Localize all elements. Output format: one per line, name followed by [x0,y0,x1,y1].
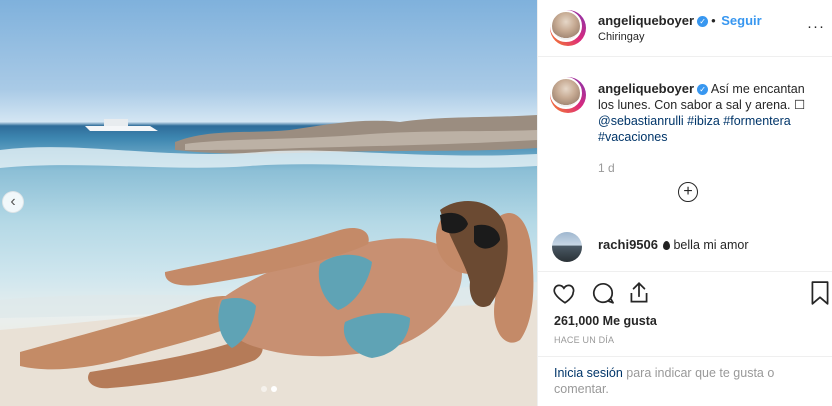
comment-body: bella mi amor [673,238,749,252]
share-icon[interactable] [626,280,652,306]
post-location[interactable]: Chiringay [598,31,644,43]
hashtag-ibiza[interactable]: #ibiza [687,114,720,128]
heart-icon[interactable] [552,280,578,306]
carousel-prev-button[interactable]: ‹ [2,191,24,213]
post-actions: 261,000 Me gusta HACE UN DÍA [538,271,832,362]
commenter-username[interactable]: rachi9506 [598,237,658,252]
plus-icon: + [683,183,693,200]
bookmark-icon[interactable] [809,280,831,306]
carousel-dot-active [270,386,277,392]
post-side-panel: angeliqueboyer ✓ • Seguir Chiringay ··· an… [537,0,832,406]
author-username[interactable]: angeliqueboyer [598,13,694,28]
caption-username[interactable]: angeliqueboyer [598,81,694,96]
beach-scene-illustration [0,115,537,406]
caption-text-block: angeliqueboyer ✓ Así me encantan los lune… [598,81,818,145]
comment-bubble-icon[interactable] [590,280,616,306]
login-prompt: Inicia sesión para indicar que te gusta … [538,356,832,405]
header-title-row: angeliqueboyer ✓ • Seguir [598,13,762,28]
commenter-avatar[interactable] [552,232,582,262]
author-avatar-image [550,10,582,42]
author-avatar[interactable] [550,10,586,46]
verified-badge-icon: ✓ [697,16,709,28]
caption-author-avatar[interactable] [550,77,586,113]
instagram-post: ‹ angeliqueboyer ✓ • Seguir Chiringay ··· … [0,0,832,406]
separator-bullet: • [711,13,716,28]
follow-button[interactable]: Seguir [721,13,761,28]
droplet-emoji-icon [663,241,671,250]
caption-symbol: ☐ [793,98,806,112]
post-photo[interactable]: ‹ [0,0,537,406]
carousel-dots [0,386,537,392]
chevron-left-icon: ‹ [10,193,16,210]
carousel-dot [260,386,267,392]
caption-age: 1 d [598,161,615,175]
post-time: HACE UN DÍA [554,335,615,345]
hashtag-formentera[interactable]: #formentera [723,114,790,128]
comment-text: rachi9506 bella mi amor [598,237,749,252]
post-header: angeliqueboyer ✓ • Seguir Chiringay ··· [538,0,832,57]
caption-author-avatar-image [550,77,582,109]
more-options-icon[interactable]: ··· [807,18,825,35]
likes-count[interactable]: 261,000 Me gusta [554,314,657,328]
hashtag-vacaciones[interactable]: #vacaciones [598,130,668,144]
caption-mention[interactable]: @sebastianrulli [598,114,684,128]
load-more-comments-button[interactable]: + [678,182,698,202]
verified-badge-icon: ✓ [697,84,709,96]
login-link[interactable]: Inicia sesión [554,366,623,380]
